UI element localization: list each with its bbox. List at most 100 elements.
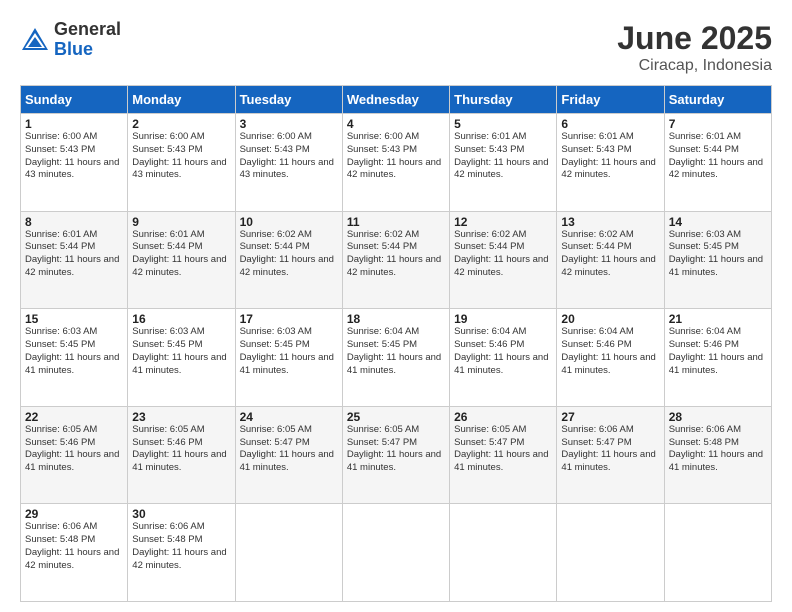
- day-number: 8: [25, 215, 123, 229]
- day-number: 24: [240, 410, 338, 424]
- calendar-week-2: 8 Sunrise: 6:01 AM Sunset: 5:44 PM Dayli…: [21, 211, 772, 309]
- header-saturday: Saturday: [664, 86, 771, 114]
- header-thursday: Thursday: [450, 86, 557, 114]
- table-row: 11 Sunrise: 6:02 AM Sunset: 5:44 PM Dayl…: [342, 211, 449, 309]
- day-info: Sunrise: 6:02 AM Sunset: 5:44 PM Dayligh…: [240, 229, 338, 280]
- table-row: 13 Sunrise: 6:02 AM Sunset: 5:44 PM Dayl…: [557, 211, 664, 309]
- day-number: 13: [561, 215, 659, 229]
- table-row: [664, 504, 771, 602]
- logo: General Blue: [20, 20, 121, 60]
- day-number: 22: [25, 410, 123, 424]
- day-info: Sunrise: 6:06 AM Sunset: 5:48 PM Dayligh…: [132, 521, 230, 572]
- day-info: Sunrise: 6:05 AM Sunset: 5:47 PM Dayligh…: [240, 424, 338, 475]
- day-number: 19: [454, 312, 552, 326]
- table-row: 19 Sunrise: 6:04 AM Sunset: 5:46 PM Dayl…: [450, 309, 557, 407]
- table-row: 22 Sunrise: 6:05 AM Sunset: 5:46 PM Dayl…: [21, 406, 128, 504]
- day-info: Sunrise: 6:02 AM Sunset: 5:44 PM Dayligh…: [561, 229, 659, 280]
- day-number: 29: [25, 507, 123, 521]
- logo-general: General: [54, 20, 121, 40]
- header-monday: Monday: [128, 86, 235, 114]
- day-info: Sunrise: 6:01 AM Sunset: 5:44 PM Dayligh…: [669, 131, 767, 182]
- table-row: 6 Sunrise: 6:01 AM Sunset: 5:43 PM Dayli…: [557, 114, 664, 212]
- day-info: Sunrise: 6:05 AM Sunset: 5:47 PM Dayligh…: [454, 424, 552, 475]
- calendar-header-row: Sunday Monday Tuesday Wednesday Thursday…: [21, 86, 772, 114]
- day-info: Sunrise: 6:06 AM Sunset: 5:48 PM Dayligh…: [25, 521, 123, 572]
- day-info: Sunrise: 6:06 AM Sunset: 5:48 PM Dayligh…: [669, 424, 767, 475]
- day-number: 3: [240, 117, 338, 131]
- day-info: Sunrise: 6:03 AM Sunset: 5:45 PM Dayligh…: [669, 229, 767, 280]
- table-row: 2 Sunrise: 6:00 AM Sunset: 5:43 PM Dayli…: [128, 114, 235, 212]
- calendar-week-1: 1 Sunrise: 6:00 AM Sunset: 5:43 PM Dayli…: [21, 114, 772, 212]
- day-info: Sunrise: 6:05 AM Sunset: 5:47 PM Dayligh…: [347, 424, 445, 475]
- table-row: [450, 504, 557, 602]
- calendar-week-5: 29 Sunrise: 6:06 AM Sunset: 5:48 PM Dayl…: [21, 504, 772, 602]
- table-row: 30 Sunrise: 6:06 AM Sunset: 5:48 PM Dayl…: [128, 504, 235, 602]
- logo-text: General Blue: [54, 20, 121, 60]
- day-number: 30: [132, 507, 230, 521]
- table-row: 26 Sunrise: 6:05 AM Sunset: 5:47 PM Dayl…: [450, 406, 557, 504]
- header-wednesday: Wednesday: [342, 86, 449, 114]
- day-number: 25: [347, 410, 445, 424]
- day-number: 27: [561, 410, 659, 424]
- day-info: Sunrise: 6:05 AM Sunset: 5:46 PM Dayligh…: [132, 424, 230, 475]
- day-number: 23: [132, 410, 230, 424]
- day-number: 11: [347, 215, 445, 229]
- table-row: 9 Sunrise: 6:01 AM Sunset: 5:44 PM Dayli…: [128, 211, 235, 309]
- day-info: Sunrise: 6:04 AM Sunset: 5:46 PM Dayligh…: [669, 326, 767, 377]
- day-number: 28: [669, 410, 767, 424]
- title-block: June 2025 Ciracap, Indonesia: [617, 20, 772, 75]
- day-number: 4: [347, 117, 445, 131]
- calendar-week-3: 15 Sunrise: 6:03 AM Sunset: 5:45 PM Dayl…: [21, 309, 772, 407]
- day-number: 15: [25, 312, 123, 326]
- day-info: Sunrise: 6:03 AM Sunset: 5:45 PM Dayligh…: [240, 326, 338, 377]
- table-row: 7 Sunrise: 6:01 AM Sunset: 5:44 PM Dayli…: [664, 114, 771, 212]
- day-info: Sunrise: 6:01 AM Sunset: 5:43 PM Dayligh…: [561, 131, 659, 182]
- day-number: 20: [561, 312, 659, 326]
- calendar-table: Sunday Monday Tuesday Wednesday Thursday…: [20, 85, 772, 602]
- day-number: 18: [347, 312, 445, 326]
- day-info: Sunrise: 6:03 AM Sunset: 5:45 PM Dayligh…: [132, 326, 230, 377]
- logo-icon: [20, 25, 50, 55]
- day-info: Sunrise: 6:04 AM Sunset: 5:46 PM Dayligh…: [561, 326, 659, 377]
- table-row: 24 Sunrise: 6:05 AM Sunset: 5:47 PM Dayl…: [235, 406, 342, 504]
- table-row: 16 Sunrise: 6:03 AM Sunset: 5:45 PM Dayl…: [128, 309, 235, 407]
- calendar-subtitle: Ciracap, Indonesia: [617, 57, 772, 75]
- table-row: 10 Sunrise: 6:02 AM Sunset: 5:44 PM Dayl…: [235, 211, 342, 309]
- table-row: 5 Sunrise: 6:01 AM Sunset: 5:43 PM Dayli…: [450, 114, 557, 212]
- table-row: 25 Sunrise: 6:05 AM Sunset: 5:47 PM Dayl…: [342, 406, 449, 504]
- day-info: Sunrise: 6:00 AM Sunset: 5:43 PM Dayligh…: [240, 131, 338, 182]
- day-info: Sunrise: 6:03 AM Sunset: 5:45 PM Dayligh…: [25, 326, 123, 377]
- header-sunday: Sunday: [21, 86, 128, 114]
- table-row: [342, 504, 449, 602]
- day-info: Sunrise: 6:06 AM Sunset: 5:47 PM Dayligh…: [561, 424, 659, 475]
- table-row: 20 Sunrise: 6:04 AM Sunset: 5:46 PM Dayl…: [557, 309, 664, 407]
- table-row: 27 Sunrise: 6:06 AM Sunset: 5:47 PM Dayl…: [557, 406, 664, 504]
- table-row: 17 Sunrise: 6:03 AM Sunset: 5:45 PM Dayl…: [235, 309, 342, 407]
- header-friday: Friday: [557, 86, 664, 114]
- day-number: 9: [132, 215, 230, 229]
- table-row: 14 Sunrise: 6:03 AM Sunset: 5:45 PM Dayl…: [664, 211, 771, 309]
- day-info: Sunrise: 6:01 AM Sunset: 5:44 PM Dayligh…: [132, 229, 230, 280]
- day-number: 14: [669, 215, 767, 229]
- day-info: Sunrise: 6:04 AM Sunset: 5:46 PM Dayligh…: [454, 326, 552, 377]
- day-info: Sunrise: 6:00 AM Sunset: 5:43 PM Dayligh…: [25, 131, 123, 182]
- day-number: 17: [240, 312, 338, 326]
- table-row: 15 Sunrise: 6:03 AM Sunset: 5:45 PM Dayl…: [21, 309, 128, 407]
- day-info: Sunrise: 6:02 AM Sunset: 5:44 PM Dayligh…: [454, 229, 552, 280]
- table-row: [235, 504, 342, 602]
- day-number: 2: [132, 117, 230, 131]
- page: General Blue June 2025 Ciracap, Indonesi…: [0, 0, 792, 612]
- day-info: Sunrise: 6:00 AM Sunset: 5:43 PM Dayligh…: [132, 131, 230, 182]
- calendar-week-4: 22 Sunrise: 6:05 AM Sunset: 5:46 PM Dayl…: [21, 406, 772, 504]
- day-number: 26: [454, 410, 552, 424]
- day-info: Sunrise: 6:01 AM Sunset: 5:44 PM Dayligh…: [25, 229, 123, 280]
- header-tuesday: Tuesday: [235, 86, 342, 114]
- day-number: 16: [132, 312, 230, 326]
- day-number: 21: [669, 312, 767, 326]
- day-info: Sunrise: 6:00 AM Sunset: 5:43 PM Dayligh…: [347, 131, 445, 182]
- logo-blue: Blue: [54, 40, 121, 60]
- day-number: 7: [669, 117, 767, 131]
- day-info: Sunrise: 6:02 AM Sunset: 5:44 PM Dayligh…: [347, 229, 445, 280]
- day-info: Sunrise: 6:04 AM Sunset: 5:45 PM Dayligh…: [347, 326, 445, 377]
- day-number: 10: [240, 215, 338, 229]
